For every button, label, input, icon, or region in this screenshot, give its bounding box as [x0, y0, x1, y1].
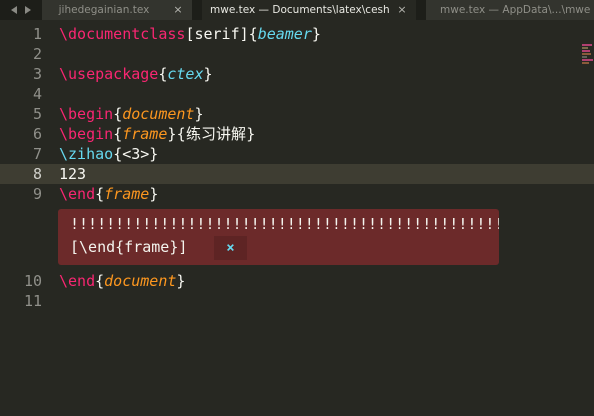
package-name: ctex: [167, 65, 204, 83]
line-number: 2: [32, 45, 42, 63]
line-number: 7: [32, 145, 42, 163]
tab-navigation: [0, 0, 42, 20]
line-number: 9: [32, 185, 42, 203]
code-line-8[interactable]: 123: [59, 164, 86, 184]
brace-close: }: [311, 25, 321, 43]
brace-open: {: [248, 25, 258, 43]
error-message: !!!!!!!!!!!!!!!!!!!!!!!!!!!!!!!!!!!!!!!!…: [70, 215, 499, 233]
code-line-9[interactable]: \end{frame}: [59, 184, 158, 204]
minimap[interactable]: [582, 44, 594, 74]
close-icon[interactable]: ×: [172, 0, 184, 20]
latex-command: \end: [59, 185, 96, 203]
minimap-row: [582, 50, 590, 52]
latex-command: \documentclass: [59, 25, 186, 43]
code-line-1[interactable]: \documentclass[serif]{beamer}: [59, 24, 321, 44]
brace-close: }: [194, 105, 204, 123]
tab-divider: [416, 0, 426, 20]
tab-jihedegainian[interactable]: jihedegainian.tex ×: [42, 0, 192, 20]
brace-close: }: [203, 65, 213, 83]
code-line-7[interactable]: \zihao{<3>}: [59, 144, 158, 164]
environment-name: frame: [122, 125, 168, 143]
error-source: [\end{frame}]: [70, 238, 188, 256]
minimap-row: [582, 62, 589, 64]
environment-name: document: [122, 105, 195, 123]
tab-bar: jihedegainian.tex × mwe.tex — Documents\…: [0, 0, 594, 20]
minimap-row: [582, 53, 591, 55]
code-editor[interactable]: 1 2 3 4 5 6 7 8 9 10 11 \documentclass[s…: [0, 20, 594, 416]
close-icon[interactable]: ×: [396, 0, 408, 20]
minimap-row: [582, 59, 593, 61]
arrow-left-icon[interactable]: [11, 6, 17, 14]
latex-command: \begin: [59, 125, 114, 143]
code-line-3[interactable]: \usepackage{ctex}: [59, 64, 213, 84]
line-number: 3: [32, 65, 42, 83]
brace-close: }: [149, 185, 159, 203]
line-number: 11: [23, 292, 42, 310]
current-line-highlight: [0, 164, 594, 184]
plain-text: 123: [59, 165, 87, 183]
minimap-row: [582, 56, 587, 58]
class-name: beamer: [257, 25, 312, 43]
tab-divider: [192, 0, 202, 20]
latex-command: \zihao: [59, 145, 114, 163]
frame-title: {练习讲解}: [176, 125, 256, 143]
brace-close: }: [176, 272, 186, 290]
line-number: 1: [32, 25, 42, 43]
minimap-row: [582, 47, 588, 49]
code-line-6[interactable]: \begin{frame}{练习讲解}: [59, 124, 256, 144]
command-argument: {<3>}: [113, 145, 159, 163]
tab-label: jihedegainian.tex: [58, 4, 150, 16]
latex-command: \begin: [59, 105, 114, 123]
optional-arg: [serif]: [185, 25, 249, 43]
code-line-5[interactable]: \begin{document}: [59, 104, 204, 124]
tab-mwe-appdata[interactable]: mwe.tex — AppData\...\mwe: [426, 0, 594, 20]
tab-mwe-ceshi[interactable]: mwe.tex — Documents\latex\ceshi ×: [202, 0, 416, 20]
environment-name: frame: [104, 185, 150, 203]
brace-open: {: [95, 185, 105, 203]
environment-name: document: [104, 272, 177, 290]
line-number: 6: [32, 125, 42, 143]
close-icon[interactable]: ×: [214, 236, 247, 260]
line-number-current: 8: [32, 165, 42, 183]
arrow-right-icon[interactable]: [25, 6, 31, 14]
error-phantom: !!!!!!!!!!!!!!!!!!!!!!!!!!!!!!!!!!!!!!!!…: [58, 209, 499, 265]
brace-open: {: [95, 272, 105, 290]
code-line-10[interactable]: \end{document}: [59, 271, 185, 291]
minimap-row: [582, 44, 592, 46]
line-number: 5: [32, 105, 42, 123]
tab-label: mwe.tex — AppData\...\mwe: [440, 4, 591, 16]
latex-command: \end: [59, 272, 96, 290]
tab-label: mwe.tex — Documents\latex\ceshi: [210, 4, 390, 16]
line-number: 4: [32, 85, 42, 103]
line-number: 10: [23, 272, 42, 290]
latex-command: \usepackage: [59, 65, 159, 83]
brace-open: {: [113, 125, 123, 143]
brace-open: {: [113, 105, 123, 123]
